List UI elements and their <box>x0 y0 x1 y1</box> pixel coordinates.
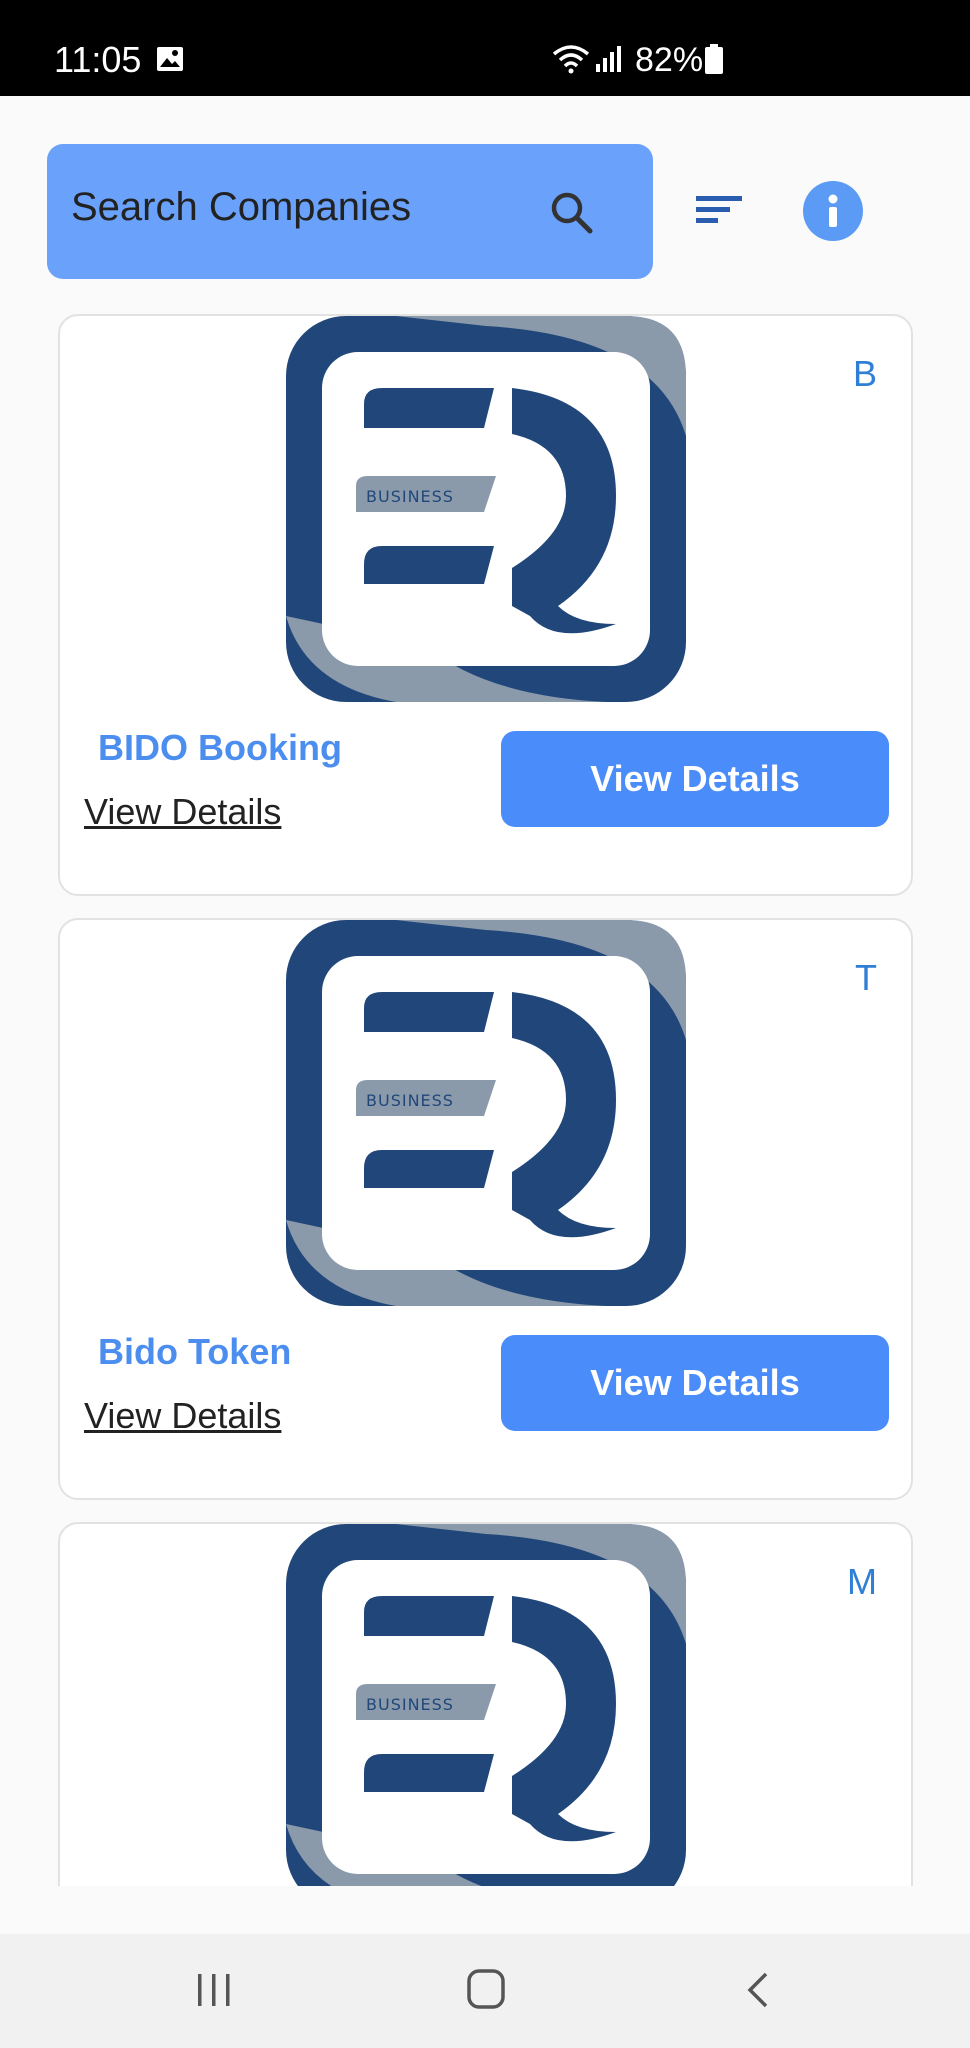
company-name: Bido Token <box>98 1331 292 1372</box>
filter-icon[interactable] <box>694 190 744 230</box>
company-list[interactable]: BUSINESS B BIDO Booking View Details Vie… <box>0 300 970 1886</box>
home-icon[interactable] <box>466 1968 506 2010</box>
search-icon[interactable] <box>547 188 595 236</box>
view-details-link[interactable]: View Details <box>84 1394 281 1438</box>
svg-text:BUSINESS: BUSINESS <box>366 1091 454 1110</box>
svg-text:BUSINESS: BUSINESS <box>366 487 454 506</box>
image-icon <box>157 47 183 71</box>
status-bar: 11:05 82% <box>0 0 970 96</box>
info-icon[interactable] <box>803 181 863 241</box>
search-bar[interactable]: Search Companies <box>47 144 653 279</box>
company-card[interactable]: BUSINESS T Bido Token View Details View … <box>58 918 913 1500</box>
company-logo: BUSINESS <box>286 316 686 702</box>
company-initial: B <box>852 353 877 394</box>
recent-apps-icon[interactable] <box>194 1970 234 2010</box>
company-card[interactable]: BUSINESS B BIDO Booking View Details Vie… <box>58 314 913 896</box>
navigation-bar <box>0 1934 970 2048</box>
company-initial: M <box>847 1561 877 1602</box>
signal-icon <box>596 46 621 72</box>
company-logo: BUSINESS <box>286 920 686 1306</box>
svg-text:BUSINESS: BUSINESS <box>366 1695 454 1714</box>
battery-percent: 82% <box>635 41 704 79</box>
back-icon[interactable] <box>742 1970 772 2010</box>
view-details-link[interactable]: View Details <box>84 790 281 834</box>
company-logo: BUSINESS <box>286 1524 686 1886</box>
company-card[interactable]: BUSINESS M <box>58 1522 913 1886</box>
company-name: BIDO Booking <box>98 727 342 768</box>
battery-icon <box>705 44 723 74</box>
view-details-button[interactable]: View Details <box>501 731 889 827</box>
search-input[interactable]: Search Companies <box>71 182 411 232</box>
wifi-icon <box>552 45 590 74</box>
status-time: 11:05 <box>54 39 142 80</box>
company-initial: T <box>855 957 877 998</box>
view-details-button[interactable]: View Details <box>501 1335 889 1431</box>
